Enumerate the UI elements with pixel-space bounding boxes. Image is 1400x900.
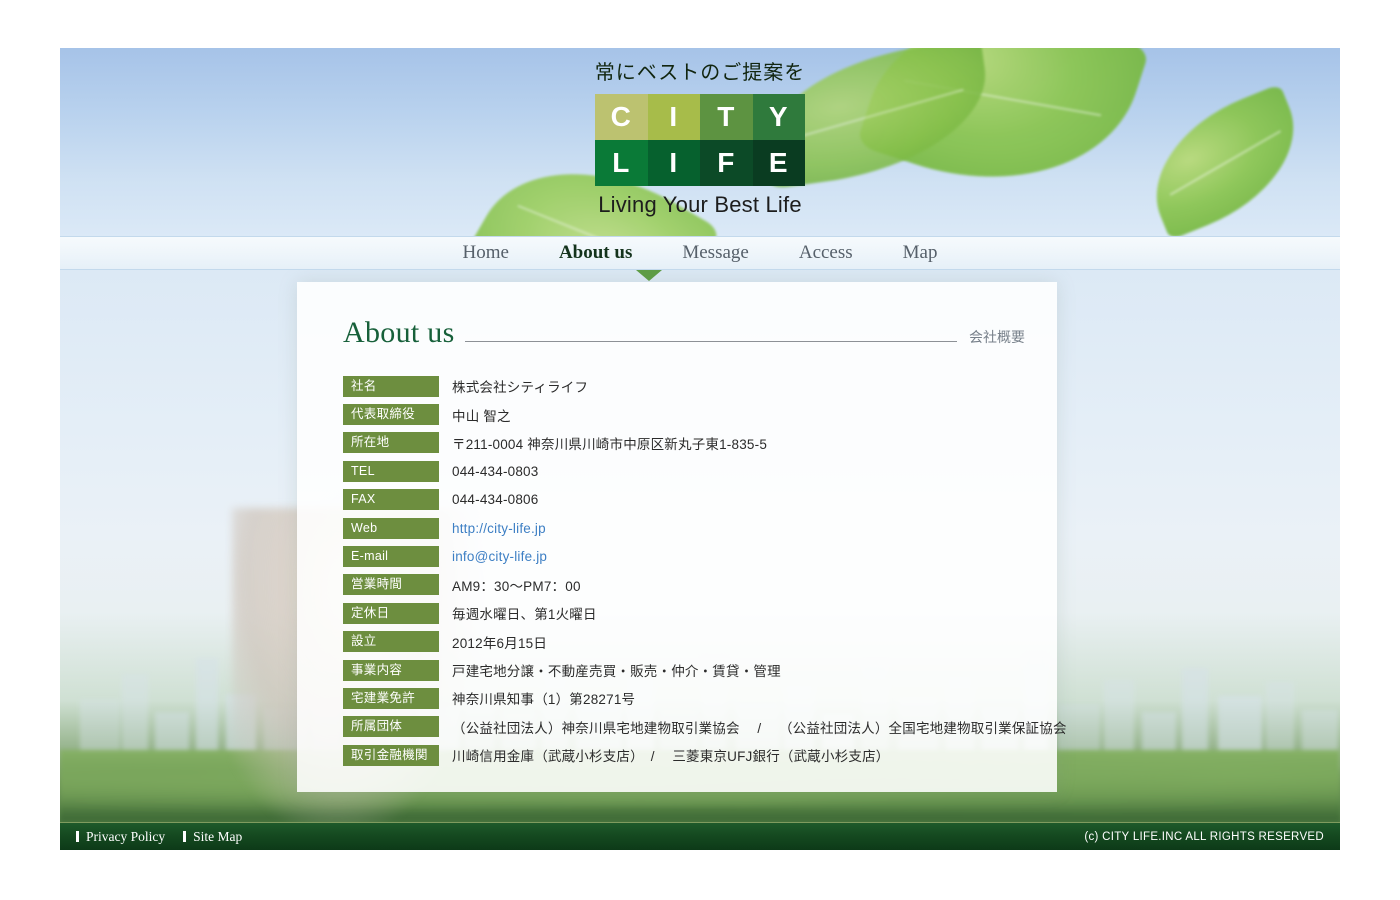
logo-cell-i-1: I <box>647 94 700 140</box>
company-info-table: 社名 株式会社シティライフ 代表取締役 中山 智之 所在地 〒211-0004 神奈川県川… <box>297 372 1066 769</box>
info-label: TEL <box>343 460 439 482</box>
table-row: Web http://city-life.jp <box>343 514 1037 542</box>
table-row: TEL 044-434-0803 <box>343 457 1037 485</box>
table-row: E-mail info@city-life.jp <box>343 542 1037 570</box>
info-value: 神奈川県知事（1）第28271号 <box>452 692 636 708</box>
footer-link-site-map[interactable]: Site Map <box>183 829 242 845</box>
table-row: 代表取締役 中山 智之 <box>343 400 1037 428</box>
nav-item-about-us[interactable]: About us <box>553 242 638 264</box>
table-row: FAX 044-434-0806 <box>343 486 1037 514</box>
site-footer: Privacy Policy Site Map (c) CITY LIFE.INC… <box>60 822 1340 850</box>
info-label: 所在地 <box>343 432 439 454</box>
info-label: 営業時間 <box>343 574 439 596</box>
page-root: 常にベストのご提案を CITY LIFE Living Your Best Lif… <box>60 48 1340 850</box>
info-value: AM9：30〜PM7：00 <box>452 578 581 594</box>
copyright-text: (c) CITY LIFE.INC ALL RIGHTS RESERVED <box>1084 830 1324 843</box>
brand-block[interactable]: 常にベストのご提案を CITY LIFE Living Your Best Lif… <box>60 56 1340 218</box>
panel-header: About us 会社概要 <box>297 282 1057 350</box>
logo-cell-y-3: Y <box>752 94 805 140</box>
info-label: E-mail <box>343 546 439 568</box>
site-header: 常にベストのご提案を CITY LIFE Living Your Best Lif… <box>60 48 1340 236</box>
content-panel: About us 会社概要 社名 株式会社シティライフ 代表取締役 中山 智之 所在地〒… <box>297 282 1066 792</box>
table-row: 社名 株式会社シティライフ <box>343 372 1037 400</box>
table-row: 所属団体 （公益社団法人）神奈川県宅地建物取引業協会 / （公益社団法人）全国宅地… <box>343 713 1066 741</box>
table-row: 取引金融機関 川崎信用金庫（武蔵小杉支店） / 三菱東京UFJ銀行（武蔵小杉支店） <box>343 741 1037 769</box>
info-value: 044-434-0806 <box>452 492 539 508</box>
info-value: 〒211-0004 神奈川県川崎市中原区新丸子東1-835-5 <box>452 436 768 452</box>
brand-subtitle: Living Your Best Life <box>598 192 802 217</box>
nav-item-message[interactable]: Message <box>676 242 754 264</box>
info-value: 川崎信用金庫（武蔵小杉支店） / 三菱東京UFJ銀行（武蔵小杉支店） <box>452 749 890 765</box>
page-body: About us 会社概要 社名 株式会社シティライフ 代表取締役 中山 智之 所在地〒… <box>60 270 1340 822</box>
logo-cell-l-4: L <box>595 140 648 186</box>
info-label: 設立 <box>343 631 439 653</box>
info-value: 044-434-0803 <box>452 463 539 479</box>
info-label: 宅建業免許 <box>343 687 439 709</box>
city-life-logo[interactable]: CITY LIFE <box>595 94 805 186</box>
info-value: 中山 智之 <box>452 408 511 424</box>
logo-cell-c-0: C <box>595 94 648 140</box>
active-tab-arrow-icon <box>636 270 662 281</box>
main-navigation[interactable]: Home About us Message Access Map <box>60 236 1340 270</box>
table-row: 所在地 〒211-0004 神奈川県川崎市中原区新丸子東1-835-5 <box>343 429 1037 457</box>
page-title: About us <box>343 316 455 349</box>
footer-links[interactable]: Privacy Policy Site Map <box>60 829 242 845</box>
info-value: 株式会社シティライフ <box>452 380 589 396</box>
info-label: 取引金融機関 <box>343 744 439 766</box>
info-label: 社名 <box>343 375 439 397</box>
nav-item-home[interactable]: Home <box>457 242 515 264</box>
logo-cell-e-7: E <box>752 140 805 186</box>
info-label: Web <box>343 517 439 539</box>
logo-cell-f-6: F <box>700 140 753 186</box>
nav-item-map[interactable]: Map <box>897 242 944 264</box>
info-value-link[interactable]: info@city-life.jp <box>452 549 547 564</box>
info-value: （公益社団法人）神奈川県宅地建物取引業協会 / （公益社団法人）全国宅地建物取引… <box>452 720 1067 736</box>
table-row: 事業内容 戸建宅地分譲・不動産売買・販売・仲介・賃貸・管理 <box>343 656 1037 684</box>
info-value: 戸建宅地分譲・不動産売買・販売・仲介・賃貸・管理 <box>452 664 781 680</box>
table-row: 設立 2012年6月15日 <box>343 628 1037 656</box>
info-label: 事業内容 <box>343 659 439 681</box>
info-value: 2012年6月15日 <box>452 635 548 651</box>
footer-link-privacy-policy[interactable]: Privacy Policy <box>76 829 165 845</box>
page-title-japanese: 会社概要 <box>969 329 1025 345</box>
table-row: 宅建業免許 神奈川県知事（1）第28271号 <box>343 684 1037 712</box>
info-value: 毎週水曜日、第1火曜日 <box>452 607 597 623</box>
info-label: 代表取締役 <box>343 404 439 426</box>
brand-tagline: 常にベストのご提案を <box>594 62 806 84</box>
info-label: 所属団体 <box>343 716 439 738</box>
title-divider <box>464 341 957 342</box>
table-row: 営業時間 AM9：30〜PM7：00 <box>343 571 1037 599</box>
table-row: 定休日 毎週水曜日、第1火曜日 <box>343 599 1037 627</box>
logo-cell-t-2: T <box>700 94 753 140</box>
info-label: 定休日 <box>343 602 439 624</box>
logo-cell-i-5: I <box>647 140 700 186</box>
info-value-link[interactable]: http://city-life.jp <box>452 521 546 536</box>
nav-item-access[interactable]: Access <box>793 242 859 264</box>
info-label: FAX <box>343 489 439 511</box>
